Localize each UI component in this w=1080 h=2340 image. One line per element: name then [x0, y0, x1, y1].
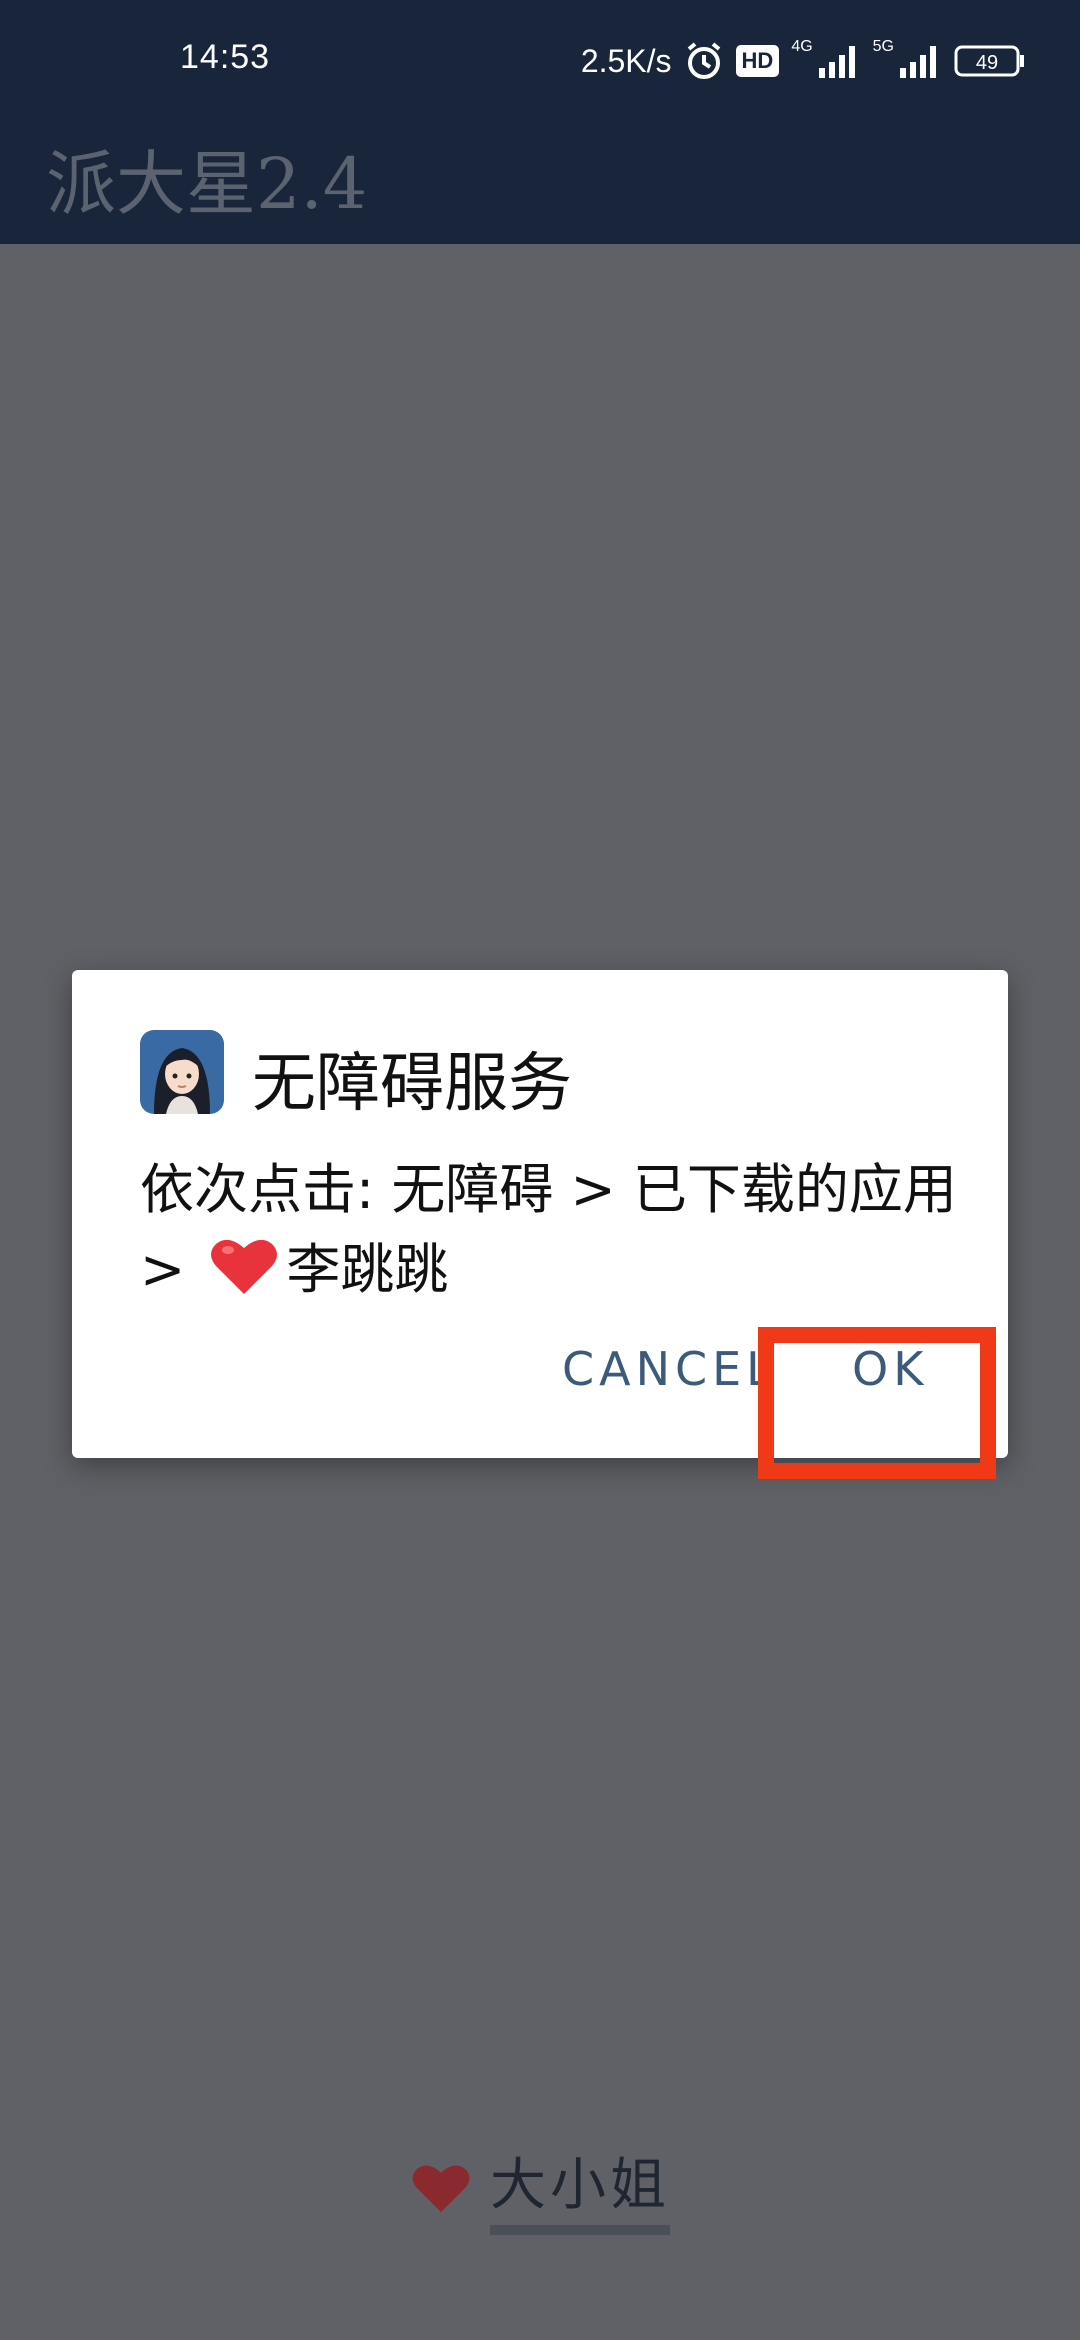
dialog-title: 无障碍服务: [252, 1047, 572, 1121]
heart-icon: [208, 1234, 280, 1298]
battery-level: 49: [976, 52, 998, 74]
footer-brand: 大小姐: [0, 2140, 1080, 2235]
app-bar: 派大星2.4: [0, 120, 1080, 244]
avatar-girl-icon: [140, 1030, 224, 1114]
status-indicators: 2.5K/s HD 4G 5G 49: [581, 36, 1026, 86]
heart-icon: [410, 2160, 472, 2216]
footer-label[interactable]: 大小姐: [490, 2140, 670, 2235]
ok-highlight-frame: [758, 1327, 996, 1479]
network-5g-label: 5G: [872, 38, 894, 55]
battery-icon: 49: [954, 44, 1026, 78]
status-bar: 14:53 2.5K/s HD 4G 5G 49: [0, 0, 1080, 120]
cancel-button[interactable]: CANCEL: [562, 1342, 777, 1396]
status-time: 14:53: [180, 38, 271, 76]
network-4g-label: 4G: [791, 38, 813, 55]
network-speed: 2.5K/s: [580, 42, 672, 79]
dialog-message-app-name: 李跳跳: [286, 1238, 449, 1301]
signal-strength-icon: [817, 44, 861, 78]
signal-strength-icon: [898, 44, 942, 78]
dialog-message: 依次点击: 无障碍 > 已下载的应用 > 李跳跳: [140, 1150, 960, 1310]
alarm-icon: [684, 41, 724, 81]
app-title: 派大星2.4: [46, 143, 368, 225]
hd-badge: HD: [735, 45, 780, 77]
